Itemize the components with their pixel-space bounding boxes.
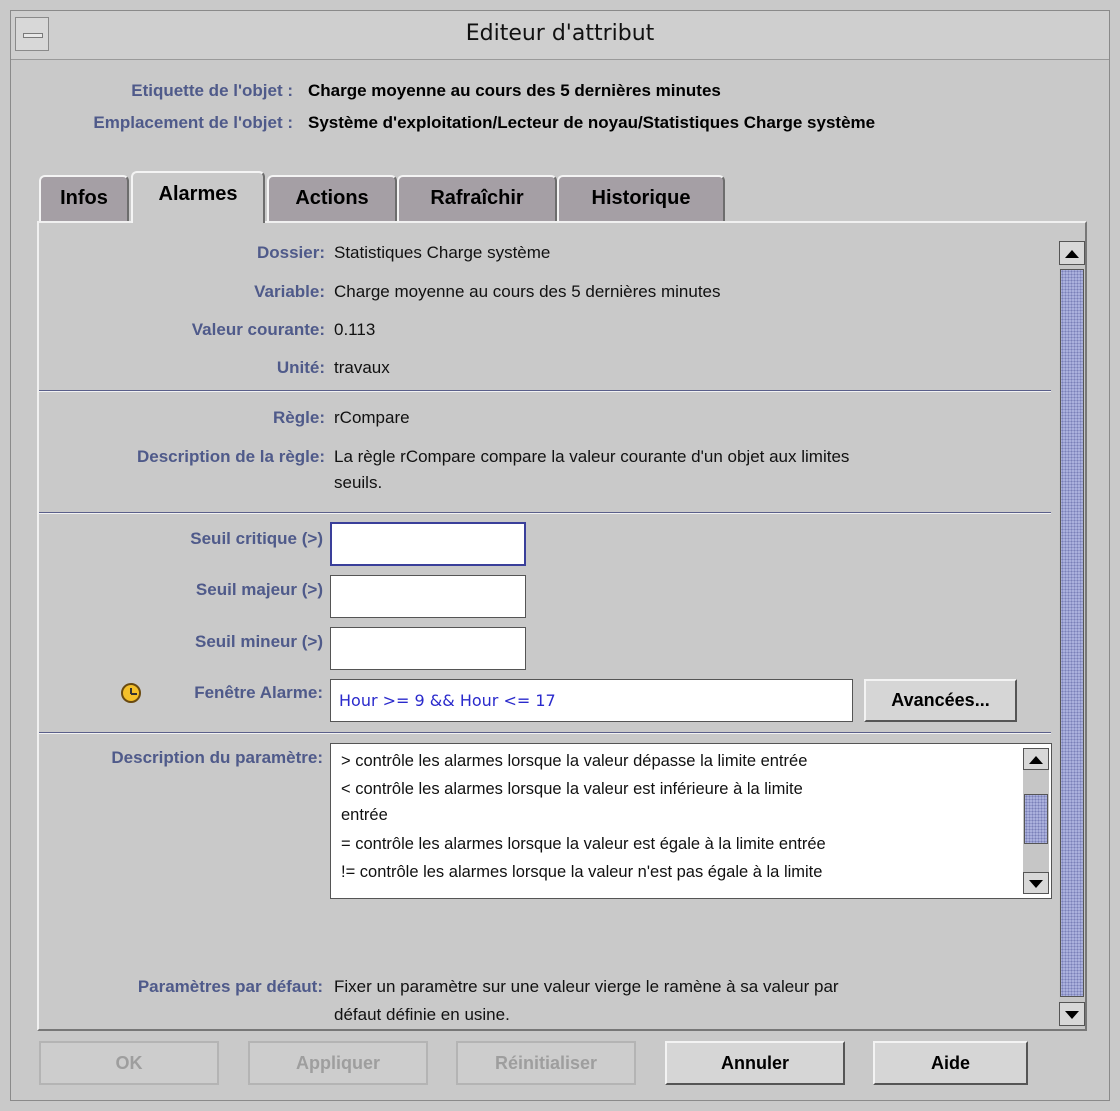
param-line-5: != contrôle les alarmes lorsque la valeu…: [341, 863, 823, 881]
help-button[interactable]: Aide: [873, 1041, 1028, 1085]
unit-value: travaux: [334, 358, 390, 377]
separator: [39, 390, 1051, 392]
alarms-panel: Dossier: Statistiques Charge système Var…: [37, 221, 1087, 1031]
separator: [39, 732, 1051, 734]
alarm-window-value: Hour >= 9 && Hour <= 17: [339, 691, 556, 710]
object-location-value: Système d'exploitation/Lecteur de noyau/…: [308, 113, 876, 132]
arrow-up-icon[interactable]: [1023, 748, 1049, 770]
arrow-down-icon[interactable]: [1059, 1002, 1085, 1026]
param-line-3: entrée: [341, 806, 388, 824]
variable-value: Charge moyenne au cours des 5 dernières …: [334, 282, 721, 301]
param-description-scrollbar[interactable]: [1023, 748, 1049, 894]
critical-threshold-label: Seuil critique (>): [190, 529, 323, 548]
current-value-label: Valeur courante:: [191, 320, 325, 339]
apply-button[interactable]: Appliquer: [248, 1041, 428, 1085]
advanced-button[interactable]: Avancées...: [864, 679, 1017, 722]
ok-button[interactable]: OK: [39, 1041, 219, 1085]
tab-infos[interactable]: Infos: [39, 175, 129, 221]
current-value: 0.113: [334, 320, 376, 339]
reset-button[interactable]: Réinitialiser: [456, 1041, 636, 1085]
tab-actions[interactable]: Actions: [267, 175, 397, 221]
defaults-label: Paramètres par défaut:: [137, 977, 323, 996]
rule-description-label: Description de la règle:: [137, 447, 325, 466]
tab-historique[interactable]: Historique: [557, 175, 725, 221]
dossier-value: Statistiques Charge système: [334, 243, 551, 262]
alarm-window-input[interactable]: Hour >= 9 && Hour <= 17: [330, 679, 853, 722]
param-description-label: Description du paramètre:: [111, 748, 323, 767]
object-location-caption: Emplacement de l'objet :: [93, 113, 293, 132]
major-threshold-input[interactable]: [330, 575, 526, 618]
object-label-caption: Etiquette de l'objet :: [131, 81, 293, 100]
object-location-row: Emplacement de l'objet : Système d'explo…: [11, 113, 1101, 137]
tab-rafraichir[interactable]: Rafraîchir: [397, 175, 557, 221]
major-threshold-label: Seuil majeur (>): [195, 580, 323, 599]
panel-scrollbar[interactable]: [1059, 241, 1085, 1028]
title-bar[interactable]: Editeur d'attribut: [11, 11, 1109, 60]
separator: [39, 512, 1051, 514]
arrow-down-icon[interactable]: [1023, 872, 1049, 894]
object-label-value: Charge moyenne au cours des 5 dernières …: [308, 81, 721, 100]
cancel-button[interactable]: Annuler: [665, 1041, 845, 1085]
window-title: Editeur d'attribut: [465, 21, 655, 46]
defaults-line1: Fixer un paramètre sur une valeur vierge…: [334, 977, 839, 996]
critical-threshold-input[interactable]: [330, 522, 526, 566]
rule-label: Règle:: [273, 408, 325, 427]
param-line-1: > contrôle les alarmes lorsque la valeur…: [341, 752, 808, 770]
param-line-2: < contrôle les alarmes lorsque la valeur…: [341, 780, 803, 798]
defaults-line2: défaut définie en usine.: [334, 1005, 510, 1024]
arrow-up-icon[interactable]: [1059, 241, 1085, 265]
rule-description-line1: La règle rCompare compare la valeur cour…: [334, 447, 850, 466]
minor-threshold-label: Seuil mineur (>): [195, 632, 323, 651]
attribute-editor-window: Editeur d'attribut Etiquette de l'objet …: [10, 10, 1110, 1101]
dossier-label: Dossier:: [256, 243, 325, 262]
scroll-thumb[interactable]: [1060, 269, 1084, 997]
unit-label: Unité:: [276, 358, 325, 377]
param-description-textarea[interactable]: > contrôle les alarmes lorsque la valeur…: [330, 743, 1052, 899]
variable-label: Variable:: [254, 282, 325, 301]
param-line-4: = contrôle les alarmes lorsque la valeur…: [341, 835, 826, 853]
rule-description-line2: seuils.: [334, 473, 383, 492]
alarm-window-label: Fenêtre Alarme:: [194, 683, 323, 702]
rule-value: rCompare: [334, 408, 410, 427]
object-label-row: Etiquette de l'objet : Charge moyenne au…: [11, 81, 1101, 105]
scroll-thumb[interactable]: [1024, 794, 1048, 844]
minor-threshold-input[interactable]: [330, 627, 526, 670]
tab-alarmes[interactable]: Alarmes: [131, 171, 265, 223]
